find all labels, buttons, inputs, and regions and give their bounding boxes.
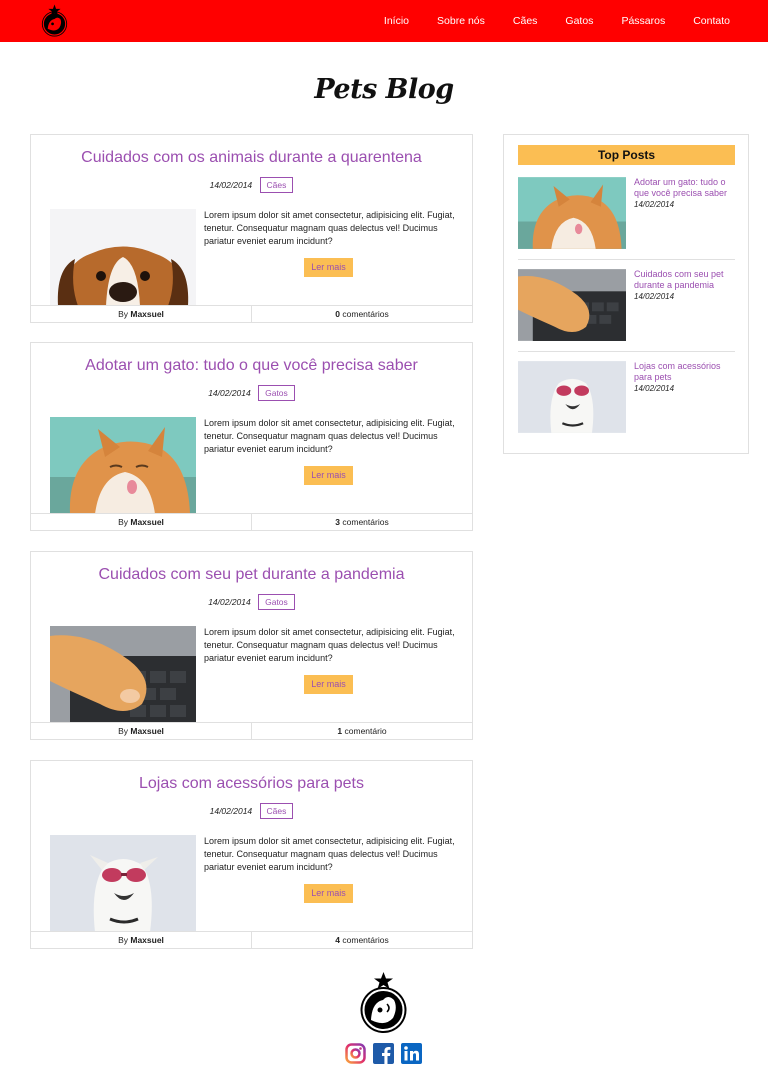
post-card: Lojas com acessórios para pets 14/02/201… [30, 760, 473, 949]
nav-link-passaros[interactable]: Pássaros [621, 15, 665, 27]
post-footer: By Maxsuel 3 comentários [31, 513, 472, 530]
nav-link-sobre-nos[interactable]: Sobre nós [437, 15, 485, 27]
post-title[interactable]: Adotar um gato: tudo o que você precisa … [31, 357, 472, 375]
author-name[interactable]: Maxsuel [130, 309, 164, 319]
dog-sunglasses-image [50, 835, 196, 932]
top-post-item[interactable]: Adotar um gato: tudo o que você precisa … [518, 177, 735, 251]
post-footer: By Maxsuel 4 comentários [31, 931, 472, 948]
post-excerpt: Lorem ipsum dolor sit amet consectetur, … [204, 627, 455, 663]
nav-link-gatos[interactable]: Gatos [565, 15, 593, 27]
read-more-button[interactable]: Ler mais [304, 675, 353, 694]
post-excerpt: Lorem ipsum dolor sit amet consectetur, … [204, 836, 455, 872]
post-card: Cuidados com os animais durante a quaren… [30, 134, 473, 323]
top-post-link[interactable]: Cuidados com seu pet durante a pandemia [634, 269, 738, 290]
post-comments[interactable]: 0 comentários [252, 306, 472, 322]
dog-sunglasses-thumbnail[interactable] [518, 361, 626, 433]
post-category-tag[interactable]: Cães [259, 177, 294, 193]
post-meta: 14/02/2014 Gatos [31, 385, 472, 401]
top-post-date: 14/02/2014 [634, 292, 675, 301]
sidebar-divider [518, 259, 735, 260]
post-author: By Maxsuel [31, 306, 252, 322]
author-name[interactable]: Maxsuel [130, 726, 164, 736]
post-excerpt: Lorem ipsum dolor sit amet consectetur, … [204, 418, 455, 454]
top-post-date: 14/02/2014 [634, 200, 675, 209]
post-author: By Maxsuel [31, 514, 252, 530]
post-title[interactable]: Cuidados com os animais durante a quaren… [31, 149, 472, 167]
facebook-icon[interactable] [373, 1043, 394, 1064]
cat-paw-keyboard-thumbnail[interactable] [518, 269, 626, 341]
post-date: 14/02/2014 [209, 806, 253, 816]
cat-licking-image [50, 417, 196, 514]
top-post-item[interactable]: Cuidados com seu pet durante a pandemia … [518, 269, 735, 343]
post-author: By Maxsuel [31, 932, 252, 948]
pets-logo-icon[interactable] [37, 3, 72, 39]
main-nav: Início Sobre nós Cães Gatos Pássaros Con… [384, 0, 730, 42]
post-date: 14/02/2014 [208, 597, 251, 607]
top-post-link[interactable]: Lojas com acessórios para pets [634, 361, 738, 382]
blog-title: Pets Blog [314, 74, 454, 105]
post-card: Cuidados com seu pet durante a pandemia … [30, 551, 473, 740]
post-meta: 14/02/2014 Cães [31, 803, 472, 819]
top-post-item[interactable]: Lojas com acessórios para pets 14/02/201… [518, 361, 735, 435]
nav-link-caes[interactable]: Cães [513, 15, 538, 27]
linkedin-icon[interactable] [401, 1043, 422, 1064]
cat-paw-keyboard-image [50, 626, 196, 723]
top-posts-title: Top Posts [518, 145, 735, 165]
post-meta: 14/02/2014 Gatos [31, 594, 472, 610]
post-footer: By Maxsuel 1 comentário [31, 722, 472, 739]
author-name[interactable]: Maxsuel [130, 935, 164, 945]
post-meta: 14/02/2014 Cães [31, 177, 472, 193]
post-comments[interactable]: 1 comentário [252, 723, 472, 739]
pets-logo-icon [360, 972, 407, 1033]
post-category-tag[interactable]: Gatos [258, 594, 295, 610]
post-date: 14/02/2014 [209, 180, 253, 190]
sidebar-divider [518, 351, 735, 352]
top-post-date: 14/02/2014 [634, 384, 675, 393]
post-title[interactable]: Lojas com acessórios para pets [31, 775, 472, 793]
read-more-button[interactable]: Ler mais [304, 466, 353, 485]
post-title[interactable]: Cuidados com seu pet durante a pandemia [31, 566, 472, 584]
post-comments[interactable]: 3 comentários [252, 514, 472, 530]
post-footer: By Maxsuel 0 comentários [31, 305, 472, 322]
top-post-link[interactable]: Adotar um gato: tudo o que você precisa … [634, 177, 738, 198]
social-links [345, 1043, 429, 1064]
post-comments[interactable]: 4 comentários [252, 932, 472, 948]
post-card: Adotar um gato: tudo o que você precisa … [30, 342, 473, 531]
post-category-tag[interactable]: Cães [259, 803, 294, 819]
read-more-button[interactable]: Ler mais [304, 258, 353, 277]
post-date: 14/02/2014 [208, 388, 251, 398]
post-category-tag[interactable]: Gatos [258, 385, 295, 401]
post-excerpt: Lorem ipsum dolor sit amet consectetur, … [204, 210, 455, 246]
dog-peeking-image [50, 209, 196, 306]
nav-link-inicio[interactable]: Início [384, 15, 409, 27]
instagram-icon[interactable] [345, 1043, 366, 1064]
cat-licking-thumbnail[interactable] [518, 177, 626, 249]
read-more-button[interactable]: Ler mais [304, 884, 353, 903]
post-author: By Maxsuel [31, 723, 252, 739]
top-posts-sidebar: Top Posts Adotar um gato: tudo o que voc… [503, 134, 749, 454]
author-name[interactable]: Maxsuel [130, 517, 164, 527]
top-navbar: Início Sobre nós Cães Gatos Pássaros Con… [0, 0, 768, 42]
nav-link-contato[interactable]: Contato [693, 15, 730, 27]
